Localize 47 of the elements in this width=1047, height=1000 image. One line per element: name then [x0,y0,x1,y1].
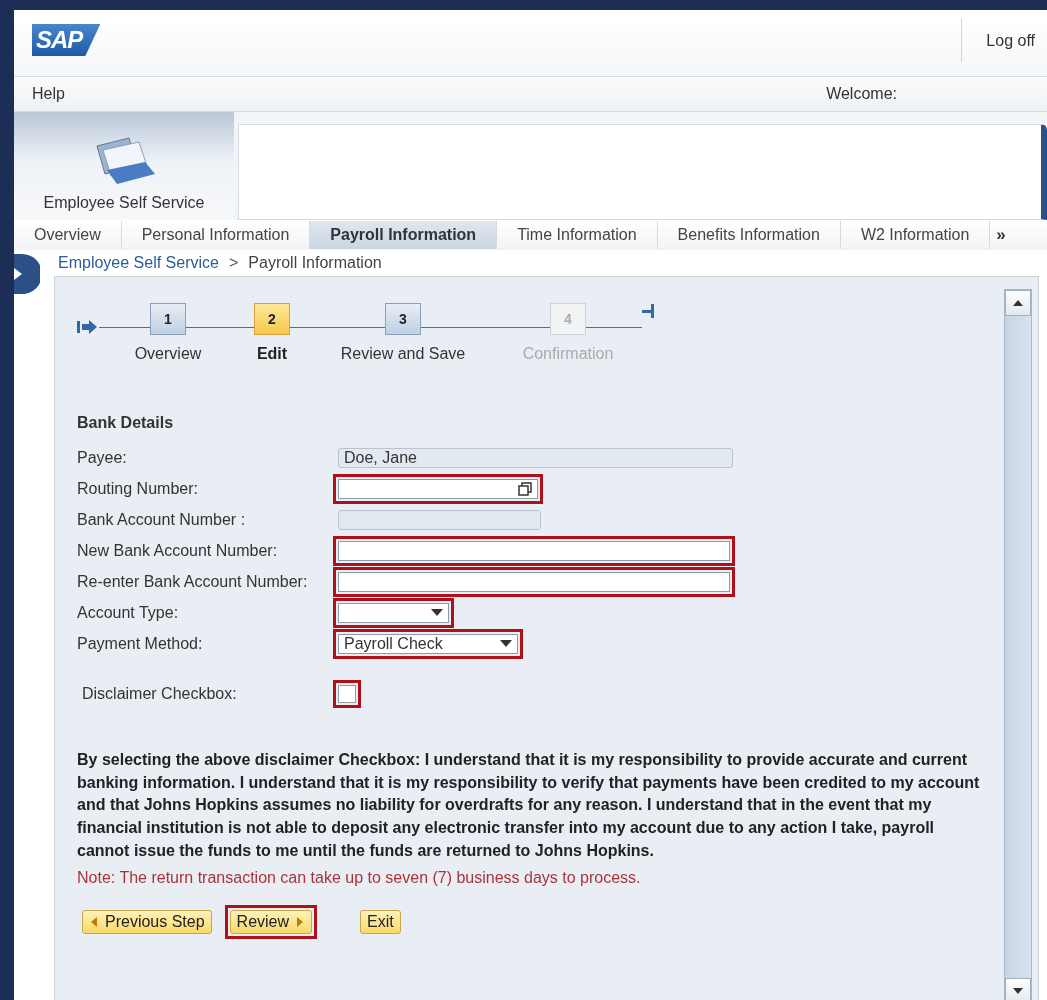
caret-icon [431,609,443,616]
workset-tile[interactable]: Employee Self Service [14,112,234,220]
step-number[interactable]: 1 [150,303,186,335]
dropdown-field[interactable]: Payroll Check [338,633,518,654]
nav-tab[interactable]: Benefits Information [657,221,841,249]
current-page-title: Payroll Information [248,254,382,272]
more-tabs-button[interactable]: » [990,225,1012,245]
nav-tab[interactable]: Payroll Information [310,221,498,249]
field-label: Re-enter Bank Account Number: [77,572,309,591]
left-arrow-icon [89,915,99,928]
nav-tab[interactable]: Time Information [497,221,658,249]
previous-step-button[interactable]: Previous Step [82,909,212,934]
checkbox[interactable] [338,685,356,703]
breadcrumb-separator: > [228,254,239,272]
value-help-icon[interactable] [518,481,532,496]
roadmap-start-icon [77,319,99,335]
readonly-field: Doe, Jane [338,447,733,468]
field-label: Payment Method: [77,634,204,653]
step-label: Confirmation [522,345,614,363]
step-number[interactable]: 3 [385,303,421,335]
breadcrumb-link[interactable]: Employee Self Service [58,254,219,272]
step-label: Edit [256,345,288,363]
field-label: New Bank Account Number: [77,541,279,560]
disclaimer-text: By selecting the above disclaimer Checkbox: I understand that it is my responsibility to provide accurate and current banking information. I understand that it is my responsibility to verify that payments have been credited to my account and that Johns Hopkins assumes no liability for overdrafts for any reason. I understand that in the event that my financial institution is not able to deposit any electronic transfer into my account due to any action I take, payroll cannot issue the funds to me until the funds are returned to Johns Hopkins. [77,750,981,861]
nav-tab[interactable]: W2 Information [840,221,991,249]
step-number[interactable]: 2 [254,303,290,335]
note-text: Note: The return transaction can take up to seven (7) business days to process. [77,868,642,887]
section-title: Bank Details [77,414,175,432]
caret-icon [500,640,512,647]
logoff-link[interactable]: Log off [961,18,1047,62]
field-label: Bank Account Number : [77,510,247,529]
field-label: Payee: [77,448,128,467]
sap-logo: SAP [32,24,101,56]
nav-tab[interactable]: Overview [14,221,122,249]
scroll-up-icon[interactable] [1013,300,1023,306]
help-link[interactable]: Help [32,85,65,103]
field-label: Disclaimer Checkbox: [81,685,238,703]
step-label: Overview [134,345,202,363]
scrollbar[interactable] [1004,289,1032,1000]
field-label: Account Type: [77,603,180,622]
exit-button[interactable]: Exit [360,909,401,934]
review-button[interactable]: Review [229,909,313,934]
roadmap-end-icon [642,303,654,319]
field-label: Routing Number: [77,479,199,498]
welcome-text: Welcome: [826,85,897,103]
step-label: Review and Save [340,345,466,363]
scroll-down-icon[interactable] [1013,988,1023,994]
